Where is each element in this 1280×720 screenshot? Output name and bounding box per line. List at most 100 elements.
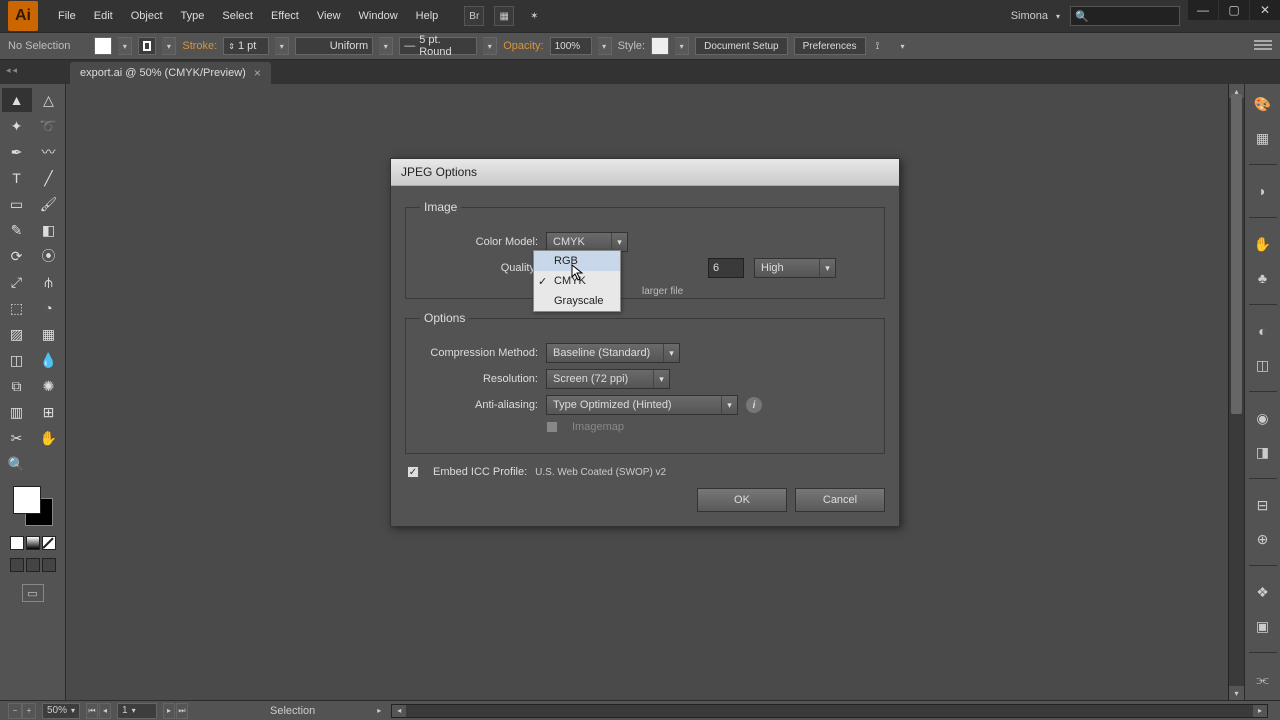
artboards-panel-icon[interactable]: ▣ (1251, 614, 1275, 638)
align-dd[interactable] (896, 37, 910, 55)
links-panel-icon[interactable]: ⫘ (1251, 667, 1275, 691)
rotate-tool[interactable]: ⟳ (2, 244, 32, 268)
stroke-weight[interactable]: ⇕1 pt (223, 37, 269, 55)
menu-type[interactable]: Type (173, 6, 213, 26)
document-setup-button[interactable]: Document Setup (695, 37, 788, 55)
slice-tool[interactable]: ✂ (2, 426, 32, 450)
transform-panel-icon[interactable]: ⊕ (1251, 527, 1275, 551)
stroke-weight-dd[interactable] (275, 37, 289, 55)
draw-inside-icon[interactable] (42, 558, 56, 572)
brush-dd[interactable] (483, 37, 497, 55)
fill-color[interactable] (13, 486, 41, 514)
eyedropper-tool[interactable]: 💧 (34, 348, 64, 372)
menu-object[interactable]: Object (123, 6, 171, 26)
stroke-panel-icon[interactable]: ✋ (1251, 232, 1275, 256)
paintbrush-tool[interactable]: 🖌 (34, 192, 64, 216)
pen-tool[interactable]: ✒ (2, 140, 32, 164)
graphic-styles-panel-icon[interactable]: ◨ (1251, 440, 1275, 464)
next-artboard-icon[interactable]: ▸ (163, 703, 175, 719)
artboard-number[interactable]: 1 (117, 703, 157, 719)
draw-behind-icon[interactable] (26, 558, 40, 572)
prev-artboard-icon[interactable]: ◂ (99, 703, 111, 719)
stroke-label[interactable]: Stroke: (182, 40, 217, 52)
line-tool[interactable]: ╱ (34, 166, 64, 190)
ok-button[interactable]: OK (697, 488, 787, 512)
menu-effect[interactable]: Effect (263, 6, 307, 26)
stroke-dropdown[interactable] (162, 37, 176, 55)
perspective-tool[interactable]: ▨ (2, 322, 32, 346)
close-tab-icon[interactable]: × (254, 66, 261, 80)
curvature-tool[interactable]: 〰 (34, 140, 64, 164)
style-dd[interactable] (675, 37, 689, 55)
minimize-button[interactable]: — (1188, 0, 1218, 20)
selection-tool[interactable]: ▲ (2, 88, 32, 112)
align-panel-icon[interactable]: ⊟ (1251, 493, 1275, 517)
compression-select[interactable]: Baseline (Standard) (546, 343, 680, 363)
last-artboard-icon[interactable]: ⏭ (176, 703, 188, 719)
search-input[interactable]: 🔍 (1070, 6, 1180, 26)
magic-wand-tool[interactable]: ✦ (2, 114, 32, 138)
stroke-swatch[interactable] (138, 37, 156, 55)
screen-mode-icon[interactable]: ▭ (22, 584, 44, 602)
menu-window[interactable]: Window (351, 6, 406, 26)
menu-select[interactable]: Select (214, 6, 261, 26)
menu-file[interactable]: File (50, 6, 84, 26)
arrange-docs-icon[interactable]: ▦ (494, 6, 514, 26)
sync-icon[interactable]: ✶ (524, 6, 544, 26)
eraser-tool[interactable]: ◧ (34, 218, 64, 242)
brushes-panel-icon[interactable]: ◗ (1251, 179, 1275, 203)
swatches-panel-icon[interactable]: ▦ (1251, 126, 1275, 150)
fill-swatch[interactable] (94, 37, 112, 55)
artboard-tool[interactable]: ⊞ (34, 400, 64, 424)
fill-dropdown[interactable] (118, 37, 132, 55)
zoom-in-icon[interactable]: + (22, 703, 36, 719)
free-transform-tool[interactable]: ⬚ (2, 296, 32, 320)
style-swatch[interactable] (651, 37, 669, 55)
opacity-label[interactable]: Opacity: (503, 40, 543, 52)
color-option-grayscale[interactable]: Grayscale (534, 291, 620, 311)
embed-icc-checkbox[interactable]: ✓ (407, 466, 419, 478)
zoom-out-icon[interactable]: − (8, 703, 22, 719)
stroke-profile-dd[interactable] (379, 37, 393, 55)
shape-builder-tool[interactable]: ◔ (34, 296, 64, 320)
zoom-level[interactable]: 50% (42, 703, 80, 719)
scale-tool[interactable]: ⤢ (2, 270, 32, 294)
color-panel-icon[interactable]: 🎨 (1251, 92, 1275, 116)
blend-tool[interactable]: ⧉ (2, 374, 32, 398)
quality-preset-select[interactable]: High (754, 258, 836, 278)
color-model-select[interactable]: CMYK (546, 232, 628, 252)
zoom-tool[interactable]: 🔍 (2, 452, 32, 476)
scroll-thumb[interactable] (1231, 94, 1242, 414)
layers-panel-icon[interactable]: ❖ (1251, 580, 1275, 604)
quality-input[interactable]: 6 (708, 258, 744, 278)
antialiasing-select[interactable]: Type Optimized (Hinted) (546, 395, 738, 415)
vertical-scrollbar[interactable]: ▴ ▾ (1228, 84, 1244, 700)
type-tool[interactable]: T (2, 166, 32, 190)
rectangle-tool[interactable]: ▭ (2, 192, 32, 216)
bridge-icon[interactable]: Br (464, 6, 484, 26)
color-mode-icon[interactable] (10, 536, 24, 550)
gradient-tool[interactable]: ◫ (2, 348, 32, 372)
preferences-button[interactable]: Preferences (794, 37, 866, 55)
info-icon[interactable]: i (746, 397, 762, 413)
status-menu-icon[interactable]: ▸ (377, 706, 381, 715)
close-button[interactable]: ✕ (1250, 0, 1280, 20)
horizontal-scrollbar[interactable] (391, 704, 1268, 718)
reflect-tool[interactable]: ⦿ (34, 244, 64, 268)
scroll-down-icon[interactable]: ▾ (1229, 686, 1244, 700)
direct-selection-tool[interactable]: △ (34, 88, 64, 112)
imagemap-checkbox[interactable] (546, 421, 558, 433)
brush-def[interactable]: —5 pt. Round (399, 37, 477, 55)
width-tool[interactable]: ⫛ (34, 270, 64, 294)
maximize-button[interactable]: ▢ (1219, 0, 1249, 20)
user-menu[interactable]: Simona▾ (1011, 10, 1060, 22)
gradient-mode-icon[interactable] (26, 536, 40, 550)
lasso-tool[interactable]: ➰ (34, 114, 64, 138)
gradient-panel-icon[interactable]: ◫ (1251, 353, 1275, 377)
stroke-profile[interactable]: Uniform (295, 37, 373, 55)
column-graph-tool[interactable]: ▥ (2, 400, 32, 424)
menu-help[interactable]: Help (408, 6, 447, 26)
pencil-tool[interactable]: ✎ (2, 218, 32, 242)
cancel-button[interactable]: Cancel (795, 488, 885, 512)
panel-toggle-icon[interactable] (1254, 40, 1272, 52)
